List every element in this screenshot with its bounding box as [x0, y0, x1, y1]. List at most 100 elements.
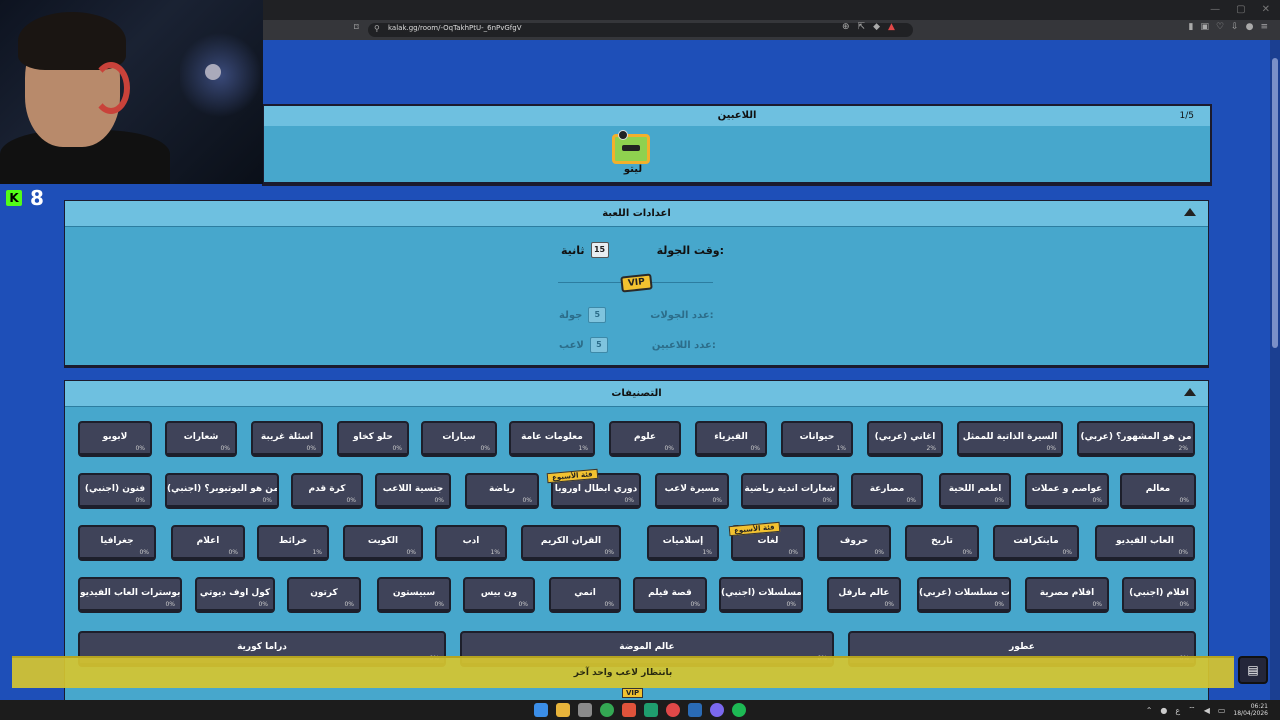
- favorite-icon[interactable]: ♡: [1216, 22, 1224, 32]
- rounds-input[interactable]: 5: [588, 307, 607, 323]
- category-percent: 0%: [346, 497, 356, 504]
- category-button[interactable]: كرة قدم 0%: [291, 473, 363, 509]
- settings-header[interactable]: اعدادات اللعبة: [65, 201, 1208, 227]
- wifi-icon[interactable]: ⌔: [1188, 705, 1196, 715]
- category-button[interactable]: القرآن الكريم 0%: [521, 525, 621, 561]
- profile-icon[interactable]: ●: [1246, 22, 1254, 32]
- chat-button[interactable]: ▤: [1238, 656, 1268, 684]
- steam-icon[interactable]: [688, 703, 702, 717]
- battery-icon[interactable]: ▭: [1218, 706, 1226, 715]
- category-button[interactable]: أغاني (عربي) 2%: [867, 421, 943, 457]
- player-avatar[interactable]: [612, 134, 650, 164]
- category-label: سبيستون: [392, 588, 436, 598]
- share-icon[interactable]: ⇱: [858, 22, 866, 32]
- game-settings-panel: اعدادات اللعبة ثانية 15 وقت الجولة: VIP …: [64, 200, 1209, 368]
- category-button[interactable]: جنسية اللاعب 0%: [375, 473, 451, 509]
- category-button[interactable]: ون بيس 0%: [463, 577, 535, 613]
- bookmark-icon[interactable]: ⌑: [354, 23, 359, 33]
- start-icon[interactable]: [534, 703, 548, 717]
- category-percent: 0%: [962, 549, 972, 556]
- category-button[interactable]: مصارعة 0%: [851, 473, 923, 509]
- category-percent: 0%: [624, 497, 634, 504]
- category-percent: 0%: [135, 445, 145, 452]
- zoom-icon[interactable]: ⊕: [842, 22, 850, 32]
- players-input[interactable]: 5: [589, 337, 608, 353]
- category-button[interactable]: قصة فيلم 0%: [633, 577, 707, 613]
- category-button[interactable]: شعارات أندية رياضية 0%: [741, 473, 839, 509]
- categories-header[interactable]: التصنيفات: [65, 381, 1208, 407]
- category-button[interactable]: بوسترات مسلسلات (عربي) 0%: [917, 577, 1011, 613]
- category-button[interactable]: ماينكرافت 0%: [993, 525, 1079, 561]
- category-button[interactable]: أنمي 0%: [549, 577, 621, 613]
- chrome-icon[interactable]: [600, 703, 614, 717]
- category-button[interactable]: أسئلة غريبة 0%: [251, 421, 323, 457]
- category-button[interactable]: السيرة الذاتية للممثل 0%: [957, 421, 1063, 457]
- category-button[interactable]: من هو اليوتيوبر؟ (أجنبي) 0%: [165, 473, 279, 509]
- menu-icon[interactable]: ≡: [1260, 22, 1268, 32]
- category-button[interactable]: جغرافيا 0%: [78, 525, 156, 561]
- collapse-icon[interactable]: [1184, 208, 1196, 216]
- maximize-button[interactable]: ▢: [1236, 4, 1245, 15]
- category-button[interactable]: أفلام مصرية 0%: [1025, 577, 1109, 613]
- category-button[interactable]: خرائط 1%: [257, 525, 329, 561]
- category-button[interactable]: حيوانات 1%: [781, 421, 853, 457]
- sidebar-icon[interactable]: ▮: [1189, 22, 1194, 32]
- category-button[interactable]: بوسترات ألعاب الفيديو 0%: [78, 577, 182, 613]
- alert-icon[interactable]: ▲: [888, 22, 895, 32]
- round-time-input[interactable]: 15: [590, 242, 609, 258]
- category-button[interactable]: معلومات عامة 1%: [509, 421, 595, 457]
- category-button[interactable]: فنون (أجنبي) 0%: [78, 473, 152, 509]
- category-button[interactable]: تاريخ 0%: [905, 525, 979, 561]
- app-icon[interactable]: [644, 703, 658, 717]
- scrollbar-thumb[interactable]: [1272, 58, 1278, 348]
- clock-date: 18/04/2026: [1233, 710, 1268, 717]
- category-button[interactable]: أطعم اللحية 0%: [939, 473, 1011, 509]
- category-label: معالم: [1145, 484, 1171, 494]
- category-button[interactable]: حروف 0%: [817, 525, 891, 561]
- app-icon[interactable]: [578, 703, 592, 717]
- category-button[interactable]: مسلسلات (أجنبي) 0%: [719, 577, 803, 613]
- category-button[interactable]: معالم 0%: [1120, 473, 1196, 509]
- category-button[interactable]: الفيزياء 0%: [695, 421, 767, 457]
- brave-icon[interactable]: [622, 703, 636, 717]
- chevron-up-icon[interactable]: ⌃: [1146, 706, 1153, 715]
- obs-icon[interactable]: [666, 703, 680, 717]
- extensions-icon[interactable]: ▣: [1200, 22, 1209, 32]
- clock[interactable]: 06:21 18/04/2026: [1233, 703, 1268, 717]
- category-button[interactable]: رياضة 0%: [465, 473, 539, 509]
- address-bar[interactable]: ⚲ kalak.gg/room/-OqTakhPtU-_6nPvGfgV: [368, 23, 913, 37]
- category-button[interactable]: إسلاميات 1%: [647, 525, 719, 561]
- category-button[interactable]: سيارات 0%: [421, 421, 497, 457]
- keyboard-language[interactable]: ع: [1175, 706, 1180, 715]
- category-button[interactable]: كرتون 0%: [287, 577, 361, 613]
- close-button[interactable]: ✕: [1262, 4, 1270, 15]
- file-explorer-icon[interactable]: [556, 703, 570, 717]
- category-button[interactable]: عواصم و عملات 0%: [1025, 473, 1109, 509]
- category-button[interactable]: من هو المشهور؟ (عربي) 2%: [1077, 421, 1195, 457]
- category-button[interactable]: لابوبو 0%: [78, 421, 152, 457]
- spotify-icon[interactable]: [732, 703, 746, 717]
- category-button[interactable]: أعلام 0%: [171, 525, 245, 561]
- collapse-icon[interactable]: [1184, 388, 1196, 396]
- url-text[interactable]: kalak.gg/room/-OqTakhPtU-_6nPvGfgV: [388, 24, 522, 32]
- category-button[interactable]: كول اوف ديوتي 0%: [195, 577, 275, 613]
- volume-icon[interactable]: ◀: [1204, 706, 1210, 715]
- category-button[interactable]: أفلام (أجنبي) 0%: [1122, 577, 1196, 613]
- minimize-button[interactable]: —: [1210, 4, 1220, 15]
- category-button[interactable]: شعارات 0%: [165, 421, 237, 457]
- category-button[interactable]: ألعاب الفيديو 0%: [1095, 525, 1195, 561]
- mic-icon[interactable]: ●: [1160, 706, 1167, 715]
- category-percent: 0%: [994, 601, 1004, 608]
- category-button[interactable]: عالم مارفل 0%: [827, 577, 901, 613]
- category-button[interactable]: علوم 0%: [609, 421, 681, 457]
- discord-icon[interactable]: [710, 703, 724, 717]
- category-button[interactable]: الكويت 0%: [343, 525, 423, 561]
- site-info-icon[interactable]: ⚲: [374, 24, 380, 33]
- category-button[interactable]: سبيستون 0%: [377, 577, 451, 613]
- download-icon[interactable]: ⇩: [1231, 22, 1239, 32]
- category-button[interactable]: مسيرة لاعب 0%: [655, 473, 729, 509]
- page-scrollbar[interactable]: [1270, 40, 1280, 700]
- category-button[interactable]: حلو كخاو 0%: [337, 421, 409, 457]
- shield-icon[interactable]: ◆: [873, 22, 880, 32]
- category-button[interactable]: أدب 1%: [435, 525, 507, 561]
